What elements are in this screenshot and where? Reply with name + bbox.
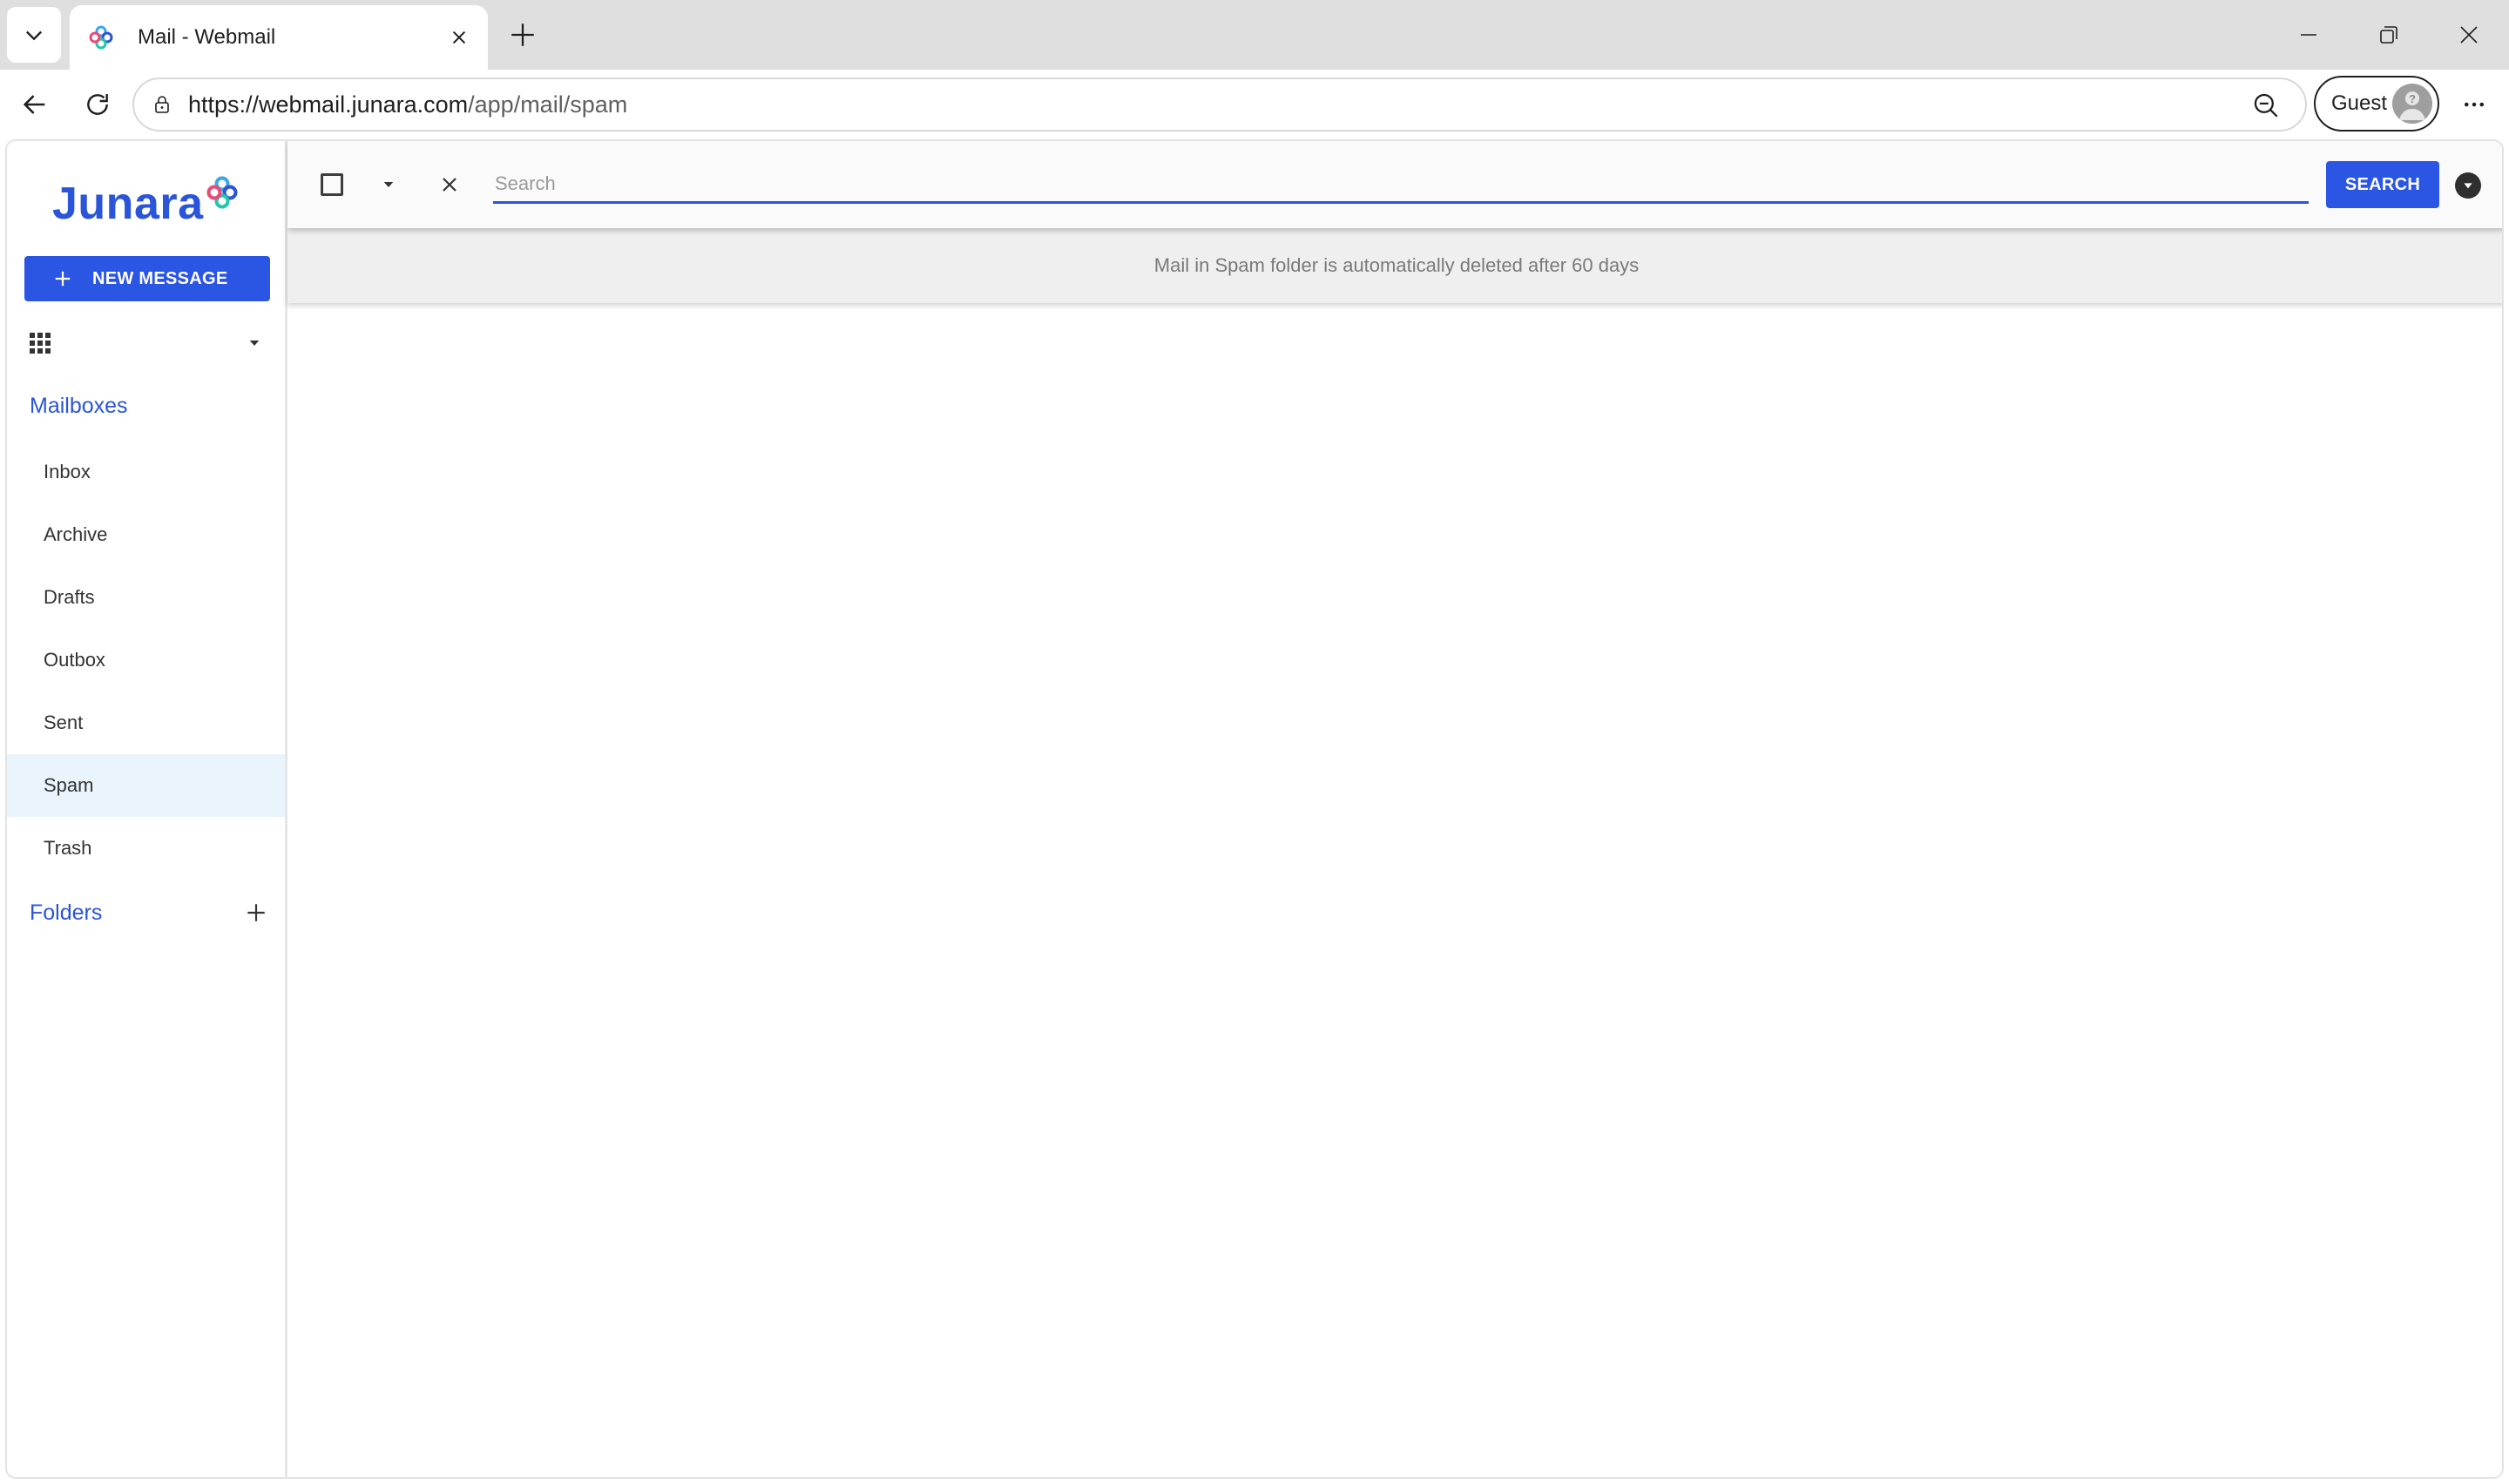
mailbox-trash[interactable]: Trash	[7, 817, 285, 880]
profile-button[interactable]: Guest ?	[2314, 76, 2439, 132]
new-message-label: NEW MESSAGE	[92, 268, 228, 288]
logo-text: Junara	[52, 179, 204, 229]
restore-button[interactable]	[2363, 12, 2415, 57]
new-message-button[interactable]: NEW MESSAGE	[24, 256, 270, 301]
page-viewport: Junara NEW MESSAGE Mailboxes Inbox Archi…	[5, 139, 2504, 1479]
spam-notice: Mail in Spam folder is automatically del…	[287, 228, 2502, 303]
mailbox-drafts[interactable]: Drafts	[7, 566, 285, 629]
select-all-checkbox[interactable]	[321, 173, 343, 196]
back-button[interactable]	[14, 84, 56, 125]
apps-grid-icon	[30, 333, 51, 354]
clear-search-button[interactable]	[437, 172, 462, 197]
window-close-button[interactable]	[2443, 12, 2495, 57]
advanced-search-button[interactable]	[2455, 172, 2481, 199]
more-horizontal-icon	[2465, 102, 2484, 107]
search-button[interactable]: SEARCH	[2326, 161, 2439, 208]
close-icon	[443, 178, 456, 192]
tab-list-button[interactable]	[7, 7, 61, 63]
lock-icon[interactable]	[148, 91, 176, 118]
apps-switcher[interactable]	[24, 322, 270, 364]
zoom-button[interactable]	[2249, 89, 2282, 122]
minimize-icon	[2301, 34, 2316, 36]
mailbox-archive[interactable]: Archive	[7, 503, 285, 566]
mailbox-sent[interactable]: Sent	[7, 691, 285, 754]
tab-close-button[interactable]	[444, 23, 474, 52]
profile-label: Guest	[2331, 91, 2388, 115]
guest-avatar-icon: ?	[2392, 84, 2432, 124]
restore-icon	[2380, 26, 2397, 44]
junara-logo[interactable]: Junara	[52, 172, 239, 235]
folders-heading[interactable]: Folders	[30, 901, 102, 926]
url-host: https://webmail.junara.com	[188, 91, 469, 118]
junara-favicon-icon	[87, 24, 115, 51]
mailbox-outbox[interactable]: Outbox	[7, 629, 285, 691]
plus-icon	[511, 24, 534, 46]
search-input[interactable]	[493, 165, 2309, 204]
minimize-button[interactable]	[2282, 12, 2335, 57]
tab-strip: Mail - Webmail	[0, 0, 2509, 70]
reload-button[interactable]	[77, 84, 118, 125]
close-icon	[2460, 26, 2478, 44]
browser-window: Mail - Webmail https://webmail.junara.co…	[0, 0, 2509, 1484]
more-menu-button[interactable]	[2453, 84, 2495, 125]
plus-icon	[247, 904, 265, 921]
chevron-down-circle-icon	[2464, 183, 2472, 189]
add-folder-button[interactable]	[242, 899, 270, 927]
address-bar[interactable]: https://webmail.junara.com/app/mail/spam	[132, 78, 2307, 132]
reload-icon	[87, 94, 108, 115]
mailbox-inbox[interactable]: Inbox	[7, 441, 285, 503]
mail-sidebar: Junara NEW MESSAGE Mailboxes Inbox Archi…	[7, 141, 287, 1477]
close-icon	[452, 30, 466, 44]
url-path: /app/mail/spam	[468, 91, 628, 118]
caret-down-icon	[244, 333, 265, 354]
arrow-left-icon	[23, 95, 45, 114]
mail-toolbar: SEARCH	[287, 141, 2502, 228]
tab-title: Mail - Webmail	[138, 25, 276, 49]
mailbox-spam[interactable]: Spam	[7, 754, 285, 817]
mailboxes-heading[interactable]: Mailboxes	[30, 394, 128, 419]
browser-tab[interactable]: Mail - Webmail	[70, 5, 488, 70]
new-tab-button[interactable]	[504, 16, 542, 54]
caret-down-icon	[383, 182, 394, 187]
plus-icon	[52, 268, 73, 289]
logo-mark-icon	[206, 175, 239, 213]
address-url: https://webmail.junara.com/app/mail/spam	[188, 91, 627, 118]
mail-list-area: SEARCH Mail in Spam folder is automatica…	[287, 141, 2502, 1477]
zoom-out-icon	[2254, 93, 2278, 118]
chevron-down-icon	[26, 30, 42, 41]
navigation-bar: https://webmail.junara.com/app/mail/spam…	[0, 70, 2509, 139]
svg-text:?: ?	[2409, 92, 2416, 105]
select-options-dropdown[interactable]	[378, 174, 399, 195]
